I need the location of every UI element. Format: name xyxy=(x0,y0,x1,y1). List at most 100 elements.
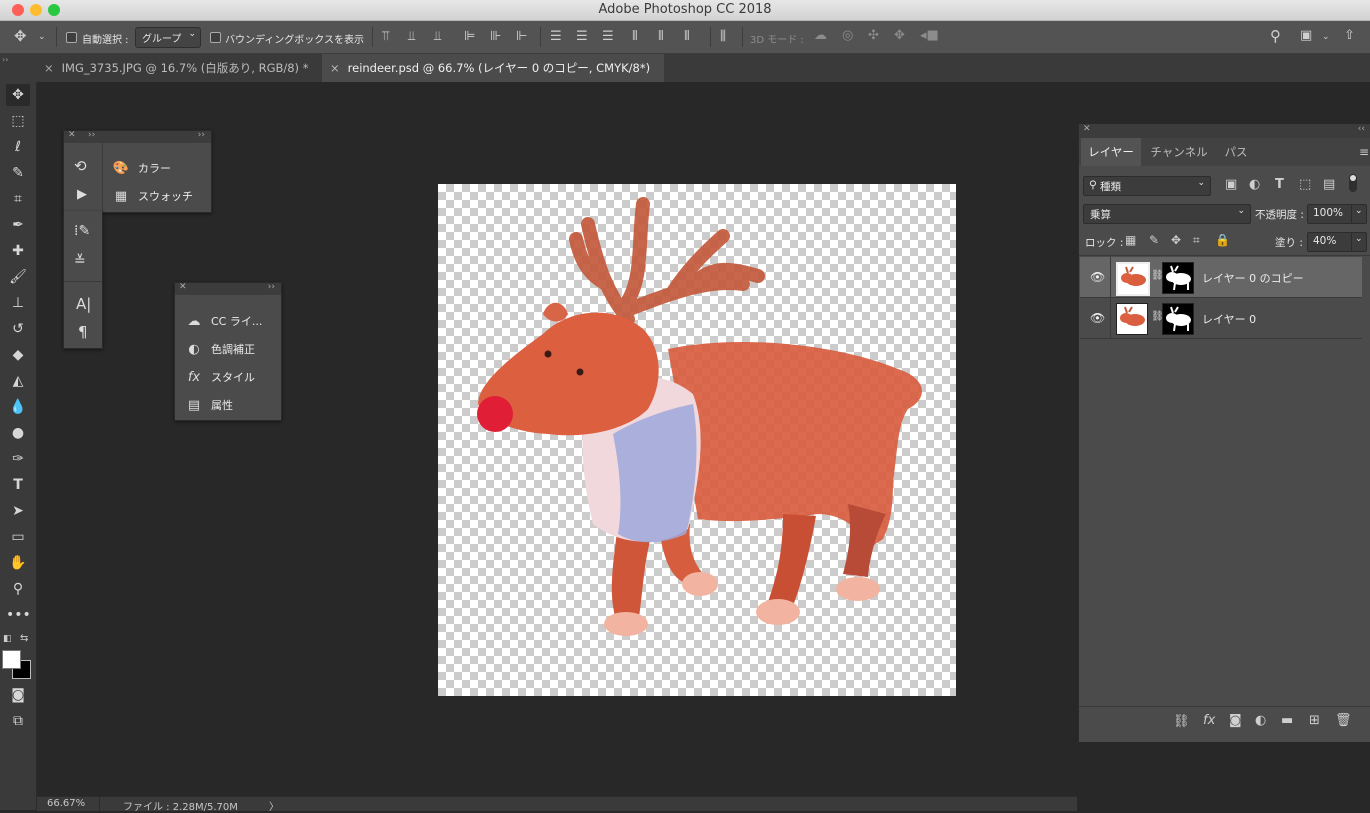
layer-mask-thumbnail[interactable] xyxy=(1162,303,1194,335)
move-tool-preset-icon[interactable]: ✥ xyxy=(14,29,27,44)
panel-item-adjustments[interactable]: ◐ 色調補正 xyxy=(185,341,255,357)
panel-header[interactable]: ✕ ›› ›› xyxy=(64,130,211,143)
3d-slide-icon[interactable]: ✥ xyxy=(894,29,905,43)
path-selection-tool-icon[interactable]: ➤ xyxy=(6,500,30,522)
panel-header[interactable]: ✕ ›› xyxy=(175,282,281,295)
clone-stamp-tool-icon[interactable]: ⊥ xyxy=(6,292,30,314)
distribute-left-icon[interactable]: ⦀ xyxy=(632,30,638,44)
collapse-icon[interactable]: ›› xyxy=(88,130,95,140)
foreground-color-swatch[interactable] xyxy=(2,650,21,669)
3d-scale-icon[interactable]: ◂■ xyxy=(920,29,939,43)
lock-transparent-pixels-icon[interactable]: ▦ xyxy=(1125,233,1136,247)
panel-header[interactable]: ✕ ‹‹ xyxy=(1079,124,1370,138)
align-left-edges-icon[interactable]: ⊫ xyxy=(464,30,475,44)
add-mask-icon[interactable]: ◙ xyxy=(1229,714,1242,728)
3d-pan-icon[interactable]: ✣ xyxy=(868,29,879,43)
3d-roll-icon[interactable]: ◎ xyxy=(842,29,853,43)
close-tab-icon[interactable]: × xyxy=(44,61,54,75)
visibility-eye-icon[interactable]: 👁 xyxy=(1090,311,1105,325)
quick-selection-tool-icon[interactable]: ✎ xyxy=(6,162,30,184)
new-adjustment-layer-icon[interactable]: ◐ xyxy=(1255,714,1266,728)
quick-mask-icon[interactable]: ◙ xyxy=(6,684,30,706)
panel-item-swatches[interactable]: ▦ スウォッチ xyxy=(112,188,193,204)
3d-orbit-icon[interactable]: ☁ xyxy=(814,29,827,43)
document-canvas[interactable] xyxy=(438,184,956,696)
new-layer-icon[interactable]: ⊞ xyxy=(1309,714,1320,728)
filter-adjustment-icon[interactable]: ◐ xyxy=(1249,178,1260,192)
collapse-icon[interactable]: ‹‹ xyxy=(1358,124,1365,134)
paint-bucket-tool-icon[interactable]: ◭ xyxy=(6,370,30,392)
chevron-down-icon[interactable]: ⌄ xyxy=(1322,30,1330,44)
swap-colors-icon[interactable]: ⇆ xyxy=(20,633,28,644)
align-top-edges-icon[interactable]: ⫪ xyxy=(382,30,389,44)
blend-mode-dropdown[interactable]: 乗算 ⌄ xyxy=(1083,204,1251,224)
panel-menu-icon[interactable]: ≡ xyxy=(1359,145,1369,159)
lock-position-icon[interactable]: ✥ xyxy=(1171,233,1181,247)
type-tool-icon[interactable]: T xyxy=(6,474,30,496)
layer-row-base[interactable]: 👁 ⛓ レイヤー 0 xyxy=(1080,298,1362,339)
fill-slider-toggle[interactable]: ⌄ xyxy=(1351,232,1367,252)
close-icon[interactable]: ✕ xyxy=(179,282,187,292)
paragraph-icon[interactable]: ¶ xyxy=(78,323,88,341)
collapse-icon[interactable]: ›› xyxy=(198,130,205,140)
collapse-icon[interactable]: ›› xyxy=(2,55,8,64)
filter-type-icon[interactable]: T xyxy=(1275,178,1284,192)
eyedropper-tool-icon[interactable]: ✒ xyxy=(6,214,30,236)
panel-item-color[interactable]: 🎨 カラー xyxy=(112,160,171,176)
panel-item-styles[interactable]: fx スタイル xyxy=(185,369,255,385)
blur-tool-icon[interactable]: 💧 xyxy=(6,396,30,418)
share-icon[interactable]: ⇧ xyxy=(1344,29,1355,43)
crop-tool-icon[interactable]: ⌗ xyxy=(6,188,30,210)
fill-input[interactable]: 40% xyxy=(1307,232,1353,252)
opacity-input[interactable]: 100% xyxy=(1307,204,1353,224)
layer-mask-thumbnail[interactable] xyxy=(1162,262,1194,294)
distribute-horizontal-centers-icon[interactable]: ⦀ xyxy=(658,30,664,44)
filter-toggle[interactable] xyxy=(1349,174,1357,192)
visibility-eye-icon[interactable]: 👁 xyxy=(1090,270,1105,284)
brush-preset-icon[interactable]: ⁞✎ xyxy=(74,223,90,239)
brush-settings-icon[interactable]: ≚ xyxy=(74,253,86,269)
tab-layers[interactable]: レイヤー xyxy=(1081,138,1141,166)
filter-pixel-icon[interactable]: ▣ xyxy=(1225,178,1237,192)
add-layer-style-icon[interactable]: fx xyxy=(1203,714,1215,728)
tab-channels[interactable]: チャンネル xyxy=(1143,138,1215,166)
layer-thumbnail[interactable] xyxy=(1116,262,1150,296)
marquee-tool-icon[interactable]: ⬚ xyxy=(6,110,30,132)
align-horizontal-centers-icon[interactable]: ⊪ xyxy=(490,30,501,44)
layer-filter-dropdown[interactable]: ⚲ 種類 ⌄ xyxy=(1083,176,1211,196)
history-brush-tool-icon[interactable]: ↺ xyxy=(6,318,30,340)
actions-play-icon[interactable]: ▶ xyxy=(77,187,87,202)
lasso-tool-icon[interactable]: ℓ xyxy=(6,136,30,158)
auto-select-checkbox[interactable] xyxy=(66,32,77,43)
show-transform-controls-checkbox[interactable] xyxy=(210,32,221,43)
filter-shape-icon[interactable]: ⬚ xyxy=(1299,178,1311,192)
align-bottom-edges-icon[interactable]: ⫫ xyxy=(434,30,441,44)
close-icon[interactable]: ✕ xyxy=(68,130,76,140)
align-right-edges-icon[interactable]: ⊩ xyxy=(516,30,527,44)
auto-select-target-dropdown[interactable]: グループ ⌄ xyxy=(135,27,201,48)
chevron-down-icon[interactable]: ⌄ xyxy=(38,30,46,44)
distribute-top-icon[interactable]: ☰ xyxy=(550,30,562,44)
new-group-icon[interactable]: ▬ xyxy=(1281,714,1293,728)
character-icon[interactable]: A| xyxy=(76,295,91,313)
align-vertical-centers-icon[interactable]: ⫫ xyxy=(408,30,415,44)
distribute-right-icon[interactable]: ⦀ xyxy=(684,30,690,44)
panel-item-cc-libraries[interactable]: ☁ CC ライ... xyxy=(185,313,263,329)
zoom-level[interactable]: 66.67% xyxy=(47,798,85,809)
dodge-tool-icon[interactable]: ● xyxy=(6,422,30,444)
auto-align-layers-icon[interactable]: ⫼ xyxy=(720,30,726,44)
opacity-slider-toggle[interactable]: ⌄ xyxy=(1351,204,1367,224)
tab-img-3735[interactable]: × IMG_3735.JPG @ 16.7% (白版あり, RGB/8) * xyxy=(36,54,320,82)
workspace-icon[interactable]: ▣ xyxy=(1300,29,1312,43)
more-tools-icon[interactable]: ••• xyxy=(6,604,31,626)
search-icon[interactable]: ⚲ xyxy=(1270,29,1281,44)
hand-tool-icon[interactable]: ✋ xyxy=(6,552,30,574)
tab-paths[interactable]: パス xyxy=(1217,138,1255,166)
collapse-icon[interactable]: ›› xyxy=(268,282,275,292)
filter-smart-object-icon[interactable]: ▤ xyxy=(1323,178,1335,192)
distribute-vertical-centers-icon[interactable]: ☰ xyxy=(576,30,588,44)
move-tool-icon[interactable]: ✥ xyxy=(6,84,30,106)
link-layers-icon[interactable]: ⛓ xyxy=(1173,715,1190,729)
distribute-bottom-icon[interactable]: ☰ xyxy=(602,30,614,44)
close-icon[interactable]: ✕ xyxy=(1083,124,1091,134)
